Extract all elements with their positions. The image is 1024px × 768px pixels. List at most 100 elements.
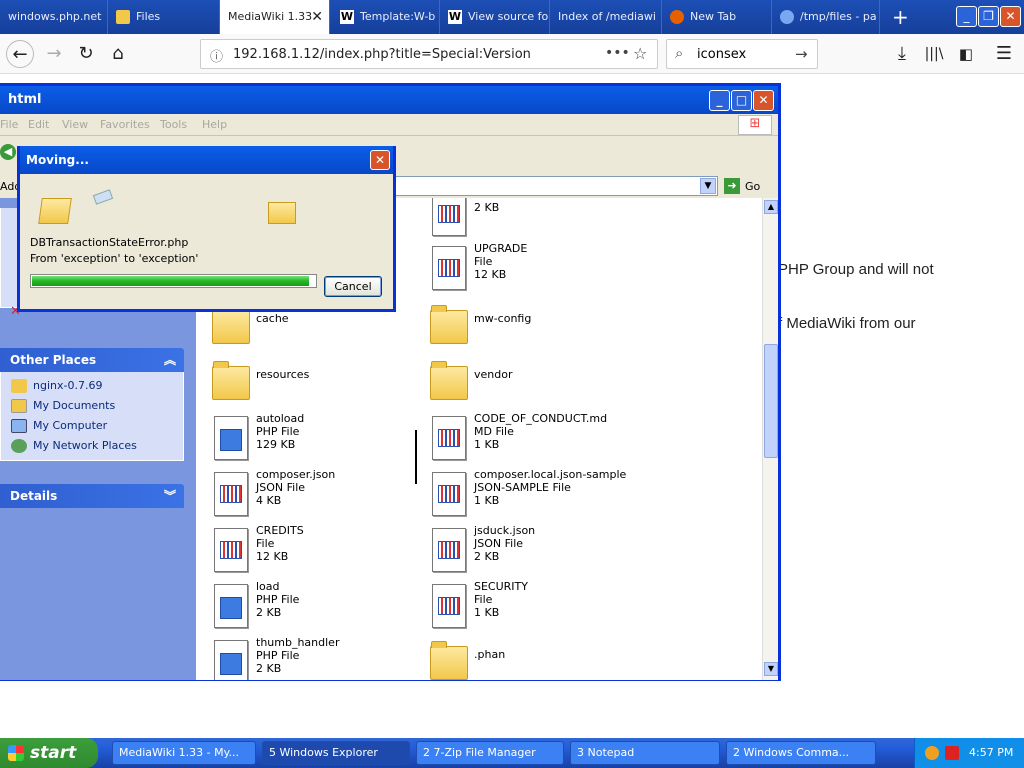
source-folder-icon (38, 198, 72, 224)
wikipedia-icon: W (340, 10, 354, 24)
explorer-title-bar[interactable]: html _ □ ✕ (0, 86, 778, 114)
menu-favorites[interactable]: Favorites (100, 118, 150, 131)
sidebar-icon[interactable]: ◧ (952, 40, 980, 68)
search-go-icon[interactable]: → (795, 45, 808, 63)
menu-icon[interactable]: ☰ (990, 40, 1018, 68)
file-icon (426, 526, 466, 572)
taskbar: start MediaWiki 1.33 - My... 5 Windows E… (0, 738, 1024, 768)
scroll-down-icon[interactable]: ▼ (764, 662, 778, 676)
file-item[interactable]: composer.json JSON File 4 KB (200, 466, 410, 518)
file-item[interactable]: thumb_handler PHP File 2 KB (200, 634, 410, 680)
tab-windows-php[interactable]: windows.php.net (0, 0, 108, 34)
search-bar[interactable]: ⌕ iconsex → (666, 39, 818, 69)
text-cursor-icon (415, 430, 417, 484)
close-icon[interactable]: ✕ (370, 150, 390, 170)
tab-index-of[interactable]: Index of /mediawi (550, 0, 662, 34)
restore-icon[interactable]: ❐ (978, 6, 999, 27)
file-item[interactable]: load PHP File 2 KB (200, 578, 410, 630)
php-file-icon (208, 638, 248, 680)
downloads-icon[interactable]: ⤓ (888, 40, 916, 68)
info-icon[interactable]: ⓘ (210, 46, 223, 65)
place-nginx[interactable]: nginx-0.7.69 (1, 376, 183, 396)
tab-label: Files (136, 10, 161, 23)
tab-new-tab[interactable]: New Tab (662, 0, 772, 34)
address-dropdown-icon[interactable]: ▼ (700, 178, 716, 194)
folder-item[interactable]: .phan (418, 634, 628, 680)
task-notepad[interactable]: 3 Notepad (570, 741, 720, 765)
tab-tmp-files[interactable]: /tmp/files - pa (772, 0, 880, 34)
file-item[interactable]: CODE_OF_CONDUCT.md MD File 1 KB (418, 410, 628, 462)
place-label: My Computer (33, 419, 108, 432)
file-item[interactable]: SECURITY File 1 KB (418, 578, 628, 630)
task-mediawiki[interactable]: MediaWiki 1.33 - My... (112, 741, 256, 765)
back-icon[interactable]: ← (6, 40, 34, 68)
place-my-computer[interactable]: My Computer (1, 416, 183, 436)
folder-icon (208, 358, 250, 404)
minimize-icon[interactable]: _ (956, 6, 977, 27)
menu-tools[interactable]: Tools (160, 118, 187, 131)
new-tab-button[interactable]: + (882, 0, 918, 34)
clock[interactable]: 4:57 PM (969, 738, 1013, 768)
tab-template[interactable]: W Template:W-b (332, 0, 440, 34)
scroll-up-icon[interactable]: ▲ (764, 200, 778, 214)
url-bar[interactable]: ⓘ 192.168.1.12/index.php?title=Special:V… (200, 39, 658, 69)
menu-file[interactable]: File (0, 118, 18, 131)
start-button[interactable]: start (0, 738, 98, 768)
tab-mediawiki[interactable]: MediaWiki 1.33 ✕ (220, 0, 330, 34)
folder-item[interactable]: mw-config (418, 298, 628, 350)
reload-icon[interactable]: ↻ (72, 40, 100, 68)
place-my-documents[interactable]: My Documents (1, 396, 183, 416)
minimize-icon[interactable]: _ (709, 90, 730, 111)
file-item[interactable]: composer.local.json-sample JSON-SAMPLE Fi… (418, 466, 628, 518)
back-icon[interactable]: ◀ (0, 144, 16, 160)
file-item[interactable]: File2 KB (418, 198, 628, 238)
folder-icon (116, 10, 130, 24)
bookmark-star-icon[interactable]: ☆ (633, 44, 647, 63)
scroll-thumb[interactable] (764, 344, 778, 458)
go-button[interactable]: Go (745, 180, 760, 193)
forward-icon[interactable]: → (40, 40, 68, 68)
file-item[interactable]: autoload PHP File 129 KB (200, 410, 410, 462)
task-7zip[interactable]: 2 7-Zip File Manager (416, 741, 564, 765)
other-places-header[interactable]: Other Places ︽ (0, 348, 184, 372)
tray-search-icon[interactable] (925, 746, 939, 760)
page-actions-icon[interactable]: ••• (605, 45, 630, 61)
task-command-prompt[interactable]: 2 Windows Comma... (726, 741, 876, 765)
library-icon[interactable]: |||\ (920, 40, 948, 68)
cancel-button[interactable]: Cancel (324, 276, 382, 297)
search-input[interactable]: iconsex (697, 47, 746, 62)
tab-label: View source fo (468, 10, 549, 23)
file-item[interactable]: jsduck.json JSON File 2 KB (418, 522, 628, 574)
tab-label: windows.php.net (8, 10, 102, 23)
details-header[interactable]: Details ︾ (0, 484, 184, 508)
moving-dialog-title-bar[interactable]: Moving... ✕ (20, 146, 393, 174)
menu-edit[interactable]: Edit (28, 118, 49, 131)
windows-flag-icon (8, 745, 24, 761)
home-icon[interactable]: ⌂ (104, 40, 132, 68)
other-places-list: nginx-0.7.69 My Documents My Computer My… (0, 372, 184, 461)
page-text-line: PHP Group and will not (778, 261, 934, 278)
close-icon[interactable]: ✕ (753, 90, 774, 111)
folder-item[interactable]: vendor (418, 354, 628, 406)
tab-label: New Tab (690, 10, 737, 23)
menu-help[interactable]: Help (202, 118, 227, 131)
menu-view[interactable]: View (62, 118, 88, 131)
go-arrow-icon[interactable]: ➜ (724, 178, 740, 194)
place-my-network[interactable]: My Network Places (1, 436, 183, 456)
close-window-icon[interactable]: ✕ (1000, 6, 1021, 27)
file-icon (208, 526, 248, 572)
collapse-chevron-icon[interactable]: ︽ (164, 348, 176, 372)
tab-view-source[interactable]: W View source fo (440, 0, 550, 34)
file-item[interactable]: UPGRADE File 12 KB (418, 240, 628, 292)
vertical-scrollbar[interactable]: ▲ ▼ (762, 198, 778, 680)
expand-chevron-icon[interactable]: ︾ (164, 484, 176, 508)
folder-item[interactable]: resources (200, 354, 410, 406)
task-windows-explorer[interactable]: 5 Windows Explorer (262, 741, 410, 765)
file-icon (426, 244, 466, 290)
tab-files[interactable]: Files (108, 0, 220, 34)
file-item[interactable]: CREDITS File 12 KB (200, 522, 410, 574)
tray-app-icon[interactable] (945, 746, 959, 760)
close-tab-icon[interactable]: ✕ (311, 0, 323, 34)
php-file-icon (208, 414, 248, 460)
maximize-icon[interactable]: □ (731, 90, 752, 111)
